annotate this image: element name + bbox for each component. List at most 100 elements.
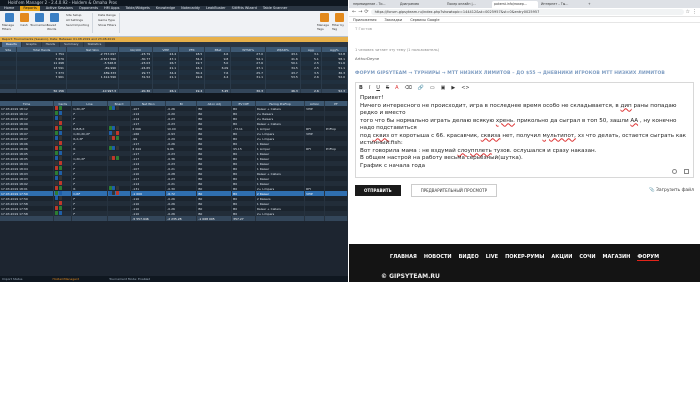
menu-item[interactable]: Active Sessions bbox=[46, 6, 73, 11]
card-icon bbox=[55, 196, 59, 201]
send-button[interactable]: ОТПРАВИТЬ bbox=[355, 185, 401, 196]
back-icon[interactable]: ← bbox=[352, 9, 356, 15]
ribbon-button[interactable]: Manage Filters bbox=[2, 13, 16, 31]
eraser-icon[interactable]: ⌫ bbox=[405, 85, 412, 91]
star-icon[interactable]: ☆ bbox=[686, 9, 690, 15]
new-tab-icon[interactable]: + bbox=[586, 1, 632, 8]
browser-tab[interactable]: Диаграмма bbox=[398, 1, 444, 8]
bookmark-item[interactable]: Сервисы Google bbox=[410, 17, 439, 22]
editor-line: График с начала года bbox=[360, 162, 426, 169]
card-icon bbox=[115, 186, 119, 191]
footer-nav-item[interactable]: ПОКЕР-РУМЫ bbox=[505, 254, 544, 261]
link-icon[interactable]: 🔗 bbox=[418, 85, 424, 91]
ribbon-option[interactable]: Site Setup bbox=[66, 13, 89, 17]
card-icon bbox=[58, 131, 62, 136]
hands-total-row: -5 557.946 -2 235.28 -1 068 005 357.27 bbox=[0, 216, 348, 221]
browser-tab[interactable]: Покер онлайн |... bbox=[445, 1, 491, 8]
bookmark-item[interactable]: Приложения bbox=[353, 17, 376, 22]
breadcrumb[interactable]: ФОРУМ GIPSYTEAM → ТУРНИРЫ → МТТ НИЗКИХ Л… bbox=[355, 71, 694, 76]
bookmark-item[interactable]: Закладки bbox=[384, 17, 402, 22]
strike-icon[interactable]: S bbox=[386, 85, 389, 91]
spell-error: сквиза bbox=[480, 132, 501, 139]
card-icon bbox=[55, 191, 59, 196]
card-icon bbox=[112, 131, 116, 136]
ribbon-button[interactable]: Filter by Tag bbox=[332, 13, 346, 31]
preview-button[interactable]: ПРЕДВАРИТЕЛЬНЫЙ ПРОСМОТР bbox=[410, 184, 497, 197]
reader-name[interactable]: ArthurDeyne bbox=[355, 56, 694, 61]
report-tab[interactable]: Results bbox=[2, 42, 21, 47]
video-icon[interactable]: ▶ bbox=[451, 85, 455, 91]
hand-cell bbox=[304, 216, 325, 221]
ribbon-option[interactable]: All Settings bbox=[66, 18, 89, 22]
browser-tab[interactable]: перевидение - Ти... bbox=[351, 1, 397, 8]
ribbon-option[interactable]: Game Type bbox=[98, 18, 116, 22]
top-link[interactable]: Т Гостов bbox=[355, 26, 694, 31]
card-icon bbox=[58, 166, 62, 171]
underline-icon[interactable]: U bbox=[376, 85, 380, 91]
footer-nav-item[interactable]: СОЧИ bbox=[579, 254, 595, 261]
card-icon bbox=[58, 111, 62, 116]
forward-icon[interactable]: → bbox=[358, 9, 362, 15]
reply-editor[interactable]: B I U S A ⌫ 🔗 ▭ ▣ ▶ <> Привет! Ничего инт… bbox=[355, 82, 694, 178]
card-icon bbox=[115, 191, 119, 196]
report-tab[interactable]: Hands bbox=[41, 42, 60, 47]
browser-tab[interactable]: pokerst.info/покер... bbox=[492, 1, 538, 8]
editor-line: Вот говорила мама : не вздумай слоупплет… bbox=[360, 147, 597, 154]
text-color-icon[interactable]: A bbox=[395, 85, 398, 91]
menu-item[interactable]: Reports bbox=[20, 6, 40, 11]
menu-item[interactable]: Table Scanner bbox=[263, 6, 287, 11]
menu-icon[interactable]: ⋮ bbox=[692, 9, 697, 15]
card-icon bbox=[58, 146, 62, 151]
ribbon-button[interactable]: Saved Words bbox=[47, 13, 61, 31]
card-icon bbox=[58, 141, 62, 146]
reload-icon[interactable]: ⟳ bbox=[364, 9, 368, 15]
footer-nav-item[interactable]: ФОРУМ bbox=[637, 254, 660, 261]
image-icon[interactable]: ▣ bbox=[441, 85, 446, 91]
ribbon-button[interactable]: Tournament bbox=[30, 13, 48, 31]
report-tab[interactable]: Summary bbox=[60, 42, 83, 47]
footer-nav-item[interactable]: ВИДЕО bbox=[459, 254, 479, 261]
editor-content[interactable]: Привет! Ничего интересного не происходит,… bbox=[356, 92, 693, 173]
ribbon-button[interactable]: Cash bbox=[17, 13, 31, 31]
ribbon-button[interactable]: Manage Tags bbox=[317, 13, 331, 31]
spoiler-icon[interactable]: ▭ bbox=[430, 85, 435, 91]
upload-link[interactable]: 📎 Загрузить файл bbox=[649, 188, 694, 193]
code-icon[interactable]: <> bbox=[461, 85, 469, 91]
expand-icon[interactable] bbox=[684, 169, 689, 174]
menu-item[interactable]: SitMtts Wizard bbox=[232, 6, 257, 11]
card-icon bbox=[55, 111, 59, 116]
menu-item[interactable]: Opponents bbox=[79, 6, 98, 11]
site-footer: ГЛАВНАЯ НОВОСТИ ВИДЕО LIVE ПОКЕР-РУМЫ АКЦИИ СО… bbox=[349, 244, 700, 282]
menu-item[interactable]: Table/Widgets bbox=[125, 6, 149, 11]
bold-icon[interactable]: B bbox=[359, 85, 363, 91]
report-tab[interactable]: Graphs bbox=[21, 42, 41, 47]
browser-tabs: перевидение - Ти... Диаграмма Покер онлайн… bbox=[349, 0, 700, 8]
empty-area bbox=[0, 282, 700, 420]
ribbon-option[interactable]: Date Range bbox=[98, 13, 116, 17]
card-icon bbox=[58, 116, 62, 121]
menu-item[interactable]: HM Apps bbox=[104, 6, 119, 11]
footer-nav-item[interactable]: НОВОСТИ bbox=[424, 254, 452, 261]
card-icon bbox=[115, 126, 119, 131]
browser-tab[interactable]: Интернет – Ты... bbox=[539, 1, 585, 8]
ribbon-option[interactable]: Send Importing bbox=[66, 23, 89, 27]
italic-icon[interactable]: I bbox=[369, 85, 370, 91]
menu-item[interactable]: Home bbox=[4, 6, 14, 11]
spell-error: сквиз bbox=[372, 132, 390, 139]
footer-nav-item[interactable]: АКЦИИ bbox=[551, 254, 572, 261]
footer-nav-item[interactable]: LIVE bbox=[486, 254, 498, 261]
footer-nav-item[interactable]: ГЛАВНАЯ bbox=[390, 254, 417, 261]
report-tab[interactable]: Statistics bbox=[83, 42, 106, 47]
card-icon bbox=[58, 206, 62, 211]
hand-cell bbox=[53, 216, 73, 221]
menu-item[interactable]: Knowledge bbox=[156, 6, 175, 11]
hand-cell: -5 557.946 bbox=[130, 216, 167, 221]
footer-nav-item[interactable]: МАГАЗИН bbox=[603, 254, 631, 261]
url-input[interactable]: https://forum.gipsyteam.ru/index.php?sho… bbox=[370, 9, 684, 15]
card-icon bbox=[55, 161, 59, 166]
ribbon-option[interactable]: Show Filters bbox=[98, 23, 116, 27]
emoji-icon[interactable] bbox=[672, 169, 677, 174]
menu-item[interactable]: Notecaddy bbox=[181, 6, 200, 11]
hand-cell bbox=[71, 216, 108, 221]
menu-item[interactable]: LeakBuster bbox=[206, 6, 226, 11]
